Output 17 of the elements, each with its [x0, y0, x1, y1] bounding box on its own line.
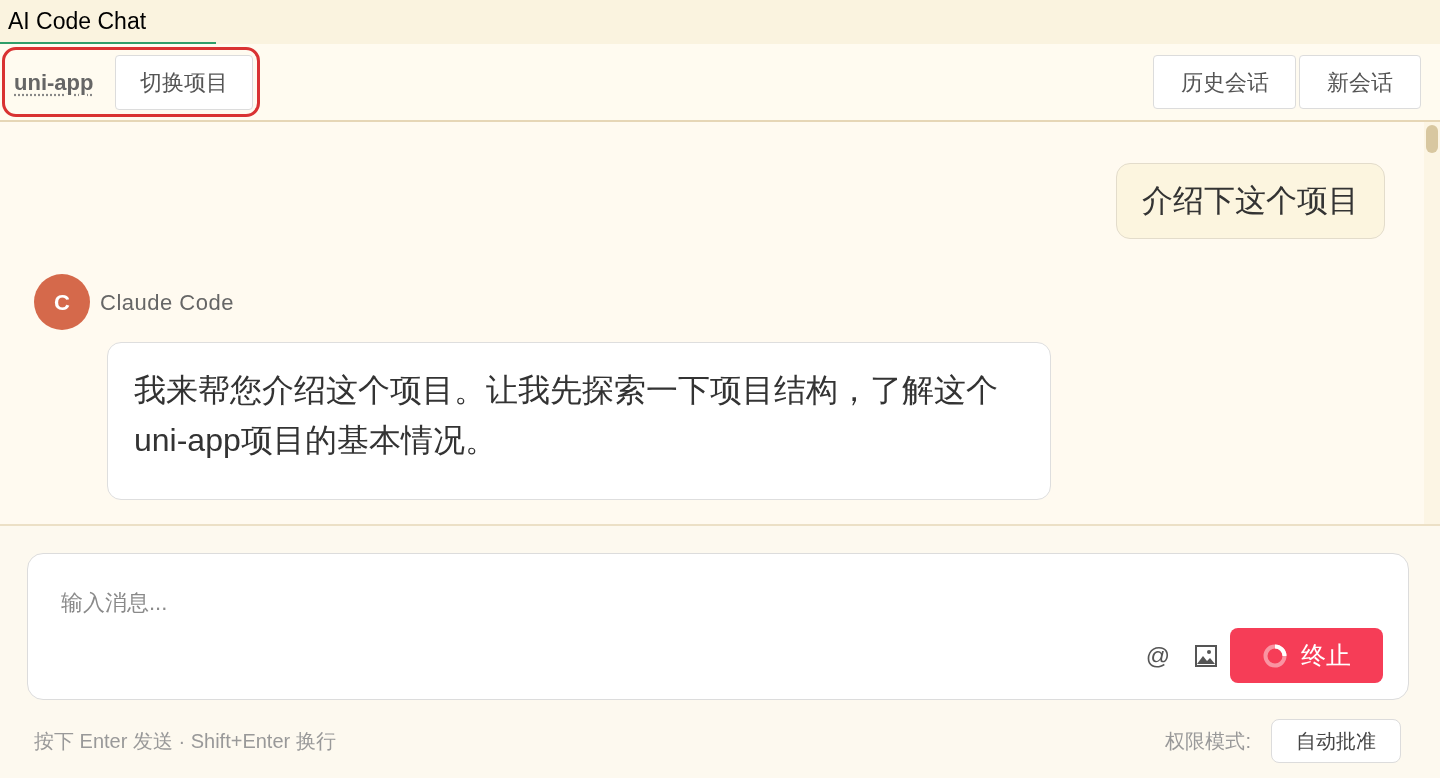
image-icon[interactable] — [1195, 644, 1217, 667]
permission-mode-button[interactable]: 自动批准 — [1271, 719, 1401, 763]
new-chat-button[interactable]: 新会话 — [1299, 55, 1421, 109]
scrollbar-thumb[interactable] — [1426, 125, 1438, 153]
permission-label: 权限模式: — [1165, 729, 1251, 754]
avatar: C — [34, 274, 90, 330]
mention-button[interactable]: @ — [1144, 640, 1172, 671]
stop-button[interactable]: 终止 — [1230, 628, 1383, 683]
history-button[interactable]: 历史会话 — [1153, 55, 1296, 109]
user-message: 介绍下这个项目 — [1116, 163, 1385, 239]
shortcut-hint: 按下 Enter 发送 · Shift+Enter 换行 — [34, 729, 336, 754]
message-input[interactable]: 输入消息... @ 终止 — [27, 553, 1409, 700]
assistant-message: 我来帮您介绍这个项目。让我先探索一下项目结构，了解这个uni-app项目的基本情况。 — [107, 342, 1051, 500]
author-name: Claude Code — [100, 288, 234, 317]
switch-project-button[interactable]: 切换项目 — [115, 54, 254, 110]
project-name[interactable]: uni-app — [14, 65, 94, 99]
scrollbar-track[interactable] — [1424, 122, 1440, 524]
